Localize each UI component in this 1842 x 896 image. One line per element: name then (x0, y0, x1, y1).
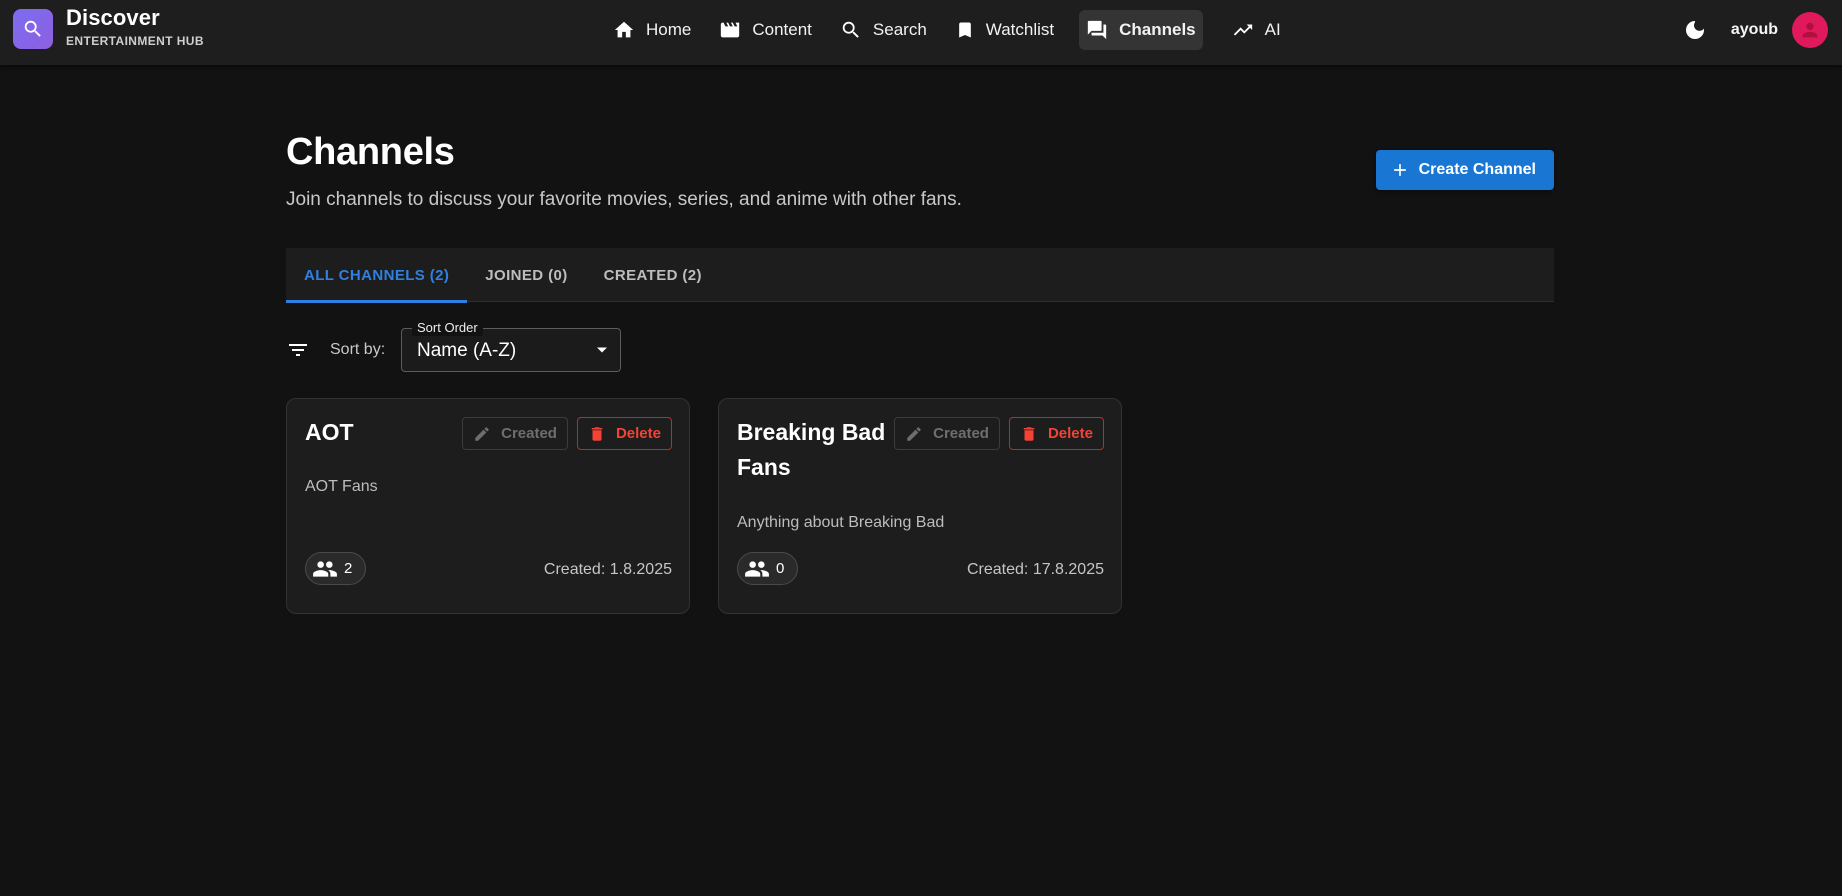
created-date: Created: 1.8.2025 (543, 561, 672, 578)
member-count: 2 (344, 560, 353, 577)
brand-logo (13, 9, 53, 49)
nav-channels-label: Channels (1119, 20, 1196, 39)
people-icon (312, 556, 338, 582)
nav-ai-label: AI (1264, 20, 1281, 39)
page-title: Channels (286, 131, 455, 173)
pencil-icon (905, 425, 923, 443)
pencil-icon (473, 425, 491, 443)
member-count-chip: 0 (737, 552, 799, 585)
person-icon (1799, 19, 1821, 41)
plus-icon (1390, 160, 1410, 180)
created-button[interactable]: Created (894, 417, 1000, 450)
app-bar: Discover ENTERTAINMENT HUB Home Content … (0, 0, 1842, 65)
sort-order-value: Name (A-Z) (417, 340, 517, 361)
trash-icon (588, 425, 606, 443)
nav-watchlist[interactable]: Watchlist (948, 10, 1061, 50)
clapperboard-icon (719, 19, 741, 41)
tab-all-channels[interactable]: ALL CHANNELS (2) (286, 248, 468, 303)
created-date: Created: 17.8.2025 (967, 561, 1104, 578)
nav-search-label: Search (872, 20, 927, 39)
trending-up-icon (1232, 19, 1254, 41)
delete-button[interactable]: Delete (1008, 417, 1104, 450)
search-icon (22, 18, 44, 40)
nav-search[interactable]: Search (833, 10, 934, 50)
channel-tabs: ALL CHANNELS (2) JOINED (0) CREATED (2) (286, 248, 1554, 303)
nav-watchlist-label: Watchlist (985, 20, 1055, 39)
filter-list-icon (286, 338, 310, 362)
nav-home-label: Home (646, 20, 692, 39)
create-channel-button[interactable]: Create Channel (1375, 150, 1554, 190)
sort-order-legend: Sort Order (412, 320, 483, 336)
home-icon (613, 19, 635, 41)
bookmark-icon (955, 20, 975, 40)
brand-title: Discover (66, 5, 160, 30)
created-button-label: Created (501, 425, 557, 442)
channel-title: Breaking Bad Fans (737, 419, 886, 480)
caret-down-icon (596, 346, 608, 354)
forum-icon (1086, 19, 1108, 41)
created-button-label: Created (933, 425, 989, 442)
page-subtitle: Join channels to discuss your favorite m… (286, 189, 962, 210)
channel-description: Anything about Breaking Bad (737, 514, 945, 531)
brand-subtitle: ENTERTAINMENT HUB (66, 34, 204, 48)
nav-content[interactable]: Content (712, 10, 819, 50)
channel-card[interactable]: Breaking Bad Fans Created Delete Anythin… (718, 398, 1122, 614)
delete-button[interactable]: Delete (576, 417, 672, 450)
member-count: 0 (776, 560, 785, 577)
channel-title: AOT (305, 419, 354, 445)
tab-joined[interactable]: JOINED (0) (467, 248, 585, 302)
create-channel-label: Create Channel (1418, 161, 1536, 178)
trash-icon (1020, 425, 1038, 443)
delete-button-label: Delete (1047, 425, 1093, 442)
member-count-chip: 2 (305, 552, 367, 585)
created-button[interactable]: Created (462, 417, 568, 450)
main-nav: Home Content Search Watchlist Channels A… (606, 10, 1288, 50)
brand[interactable]: Discover ENTERTAINMENT HUB (13, 5, 204, 49)
nav-channels[interactable]: Channels (1079, 10, 1203, 50)
sort-controls: Sort by: Sort Order Name (A-Z) (286, 320, 686, 372)
nav-ai[interactable]: AI (1225, 10, 1288, 50)
sort-label: Sort by: (330, 341, 386, 358)
delete-button-label: Delete (615, 425, 661, 442)
nav-home[interactable]: Home (606, 10, 698, 50)
user-name[interactable]: ayoub (1731, 21, 1778, 39)
avatar[interactable] (1792, 12, 1828, 48)
moon-icon[interactable] (1683, 18, 1707, 42)
people-icon (744, 556, 770, 582)
nav-content-label: Content (752, 20, 812, 39)
tab-created[interactable]: CREATED (2) (586, 248, 720, 302)
sort-order-select[interactable]: Sort Order Name (A-Z) (401, 320, 621, 372)
search-icon (840, 19, 862, 41)
channel-description: AOT Fans (305, 478, 378, 495)
channel-card[interactable]: AOT Created Delete AOT Fans 2 Created: 1… (286, 398, 690, 614)
